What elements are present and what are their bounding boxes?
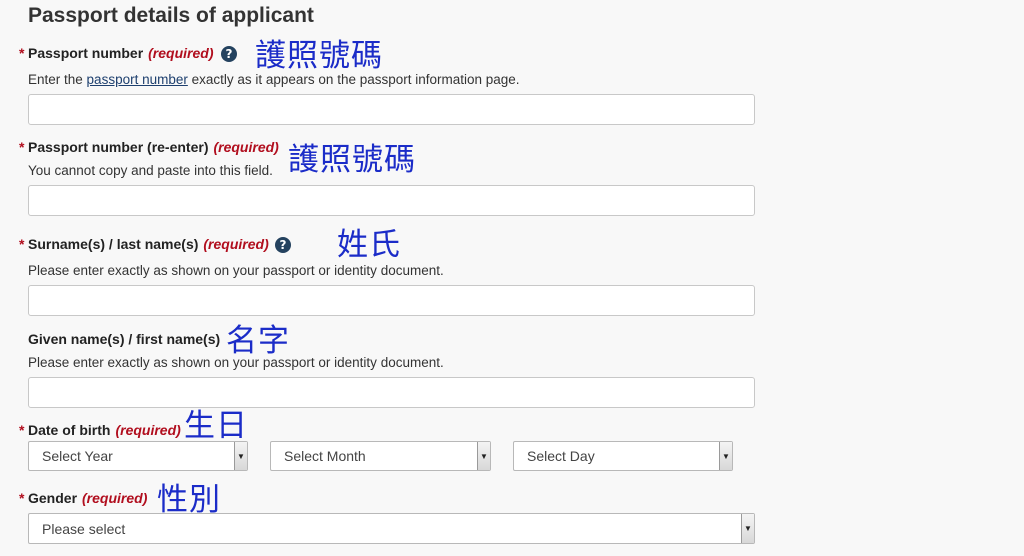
surname-hint: Please enter exactly as shown on your pa… (28, 263, 444, 278)
question-circle-icon[interactable]: ? (221, 46, 237, 62)
hint-text: exactly as it appears on the passport in… (187, 72, 520, 87)
passport-number-label-text: Passport number (28, 45, 144, 61)
day-select-value: Select Day (527, 448, 595, 464)
hint-text: Enter the (28, 72, 87, 87)
annotation-passport-reenter: 護照號碼 (288, 142, 416, 178)
passport-number-hint: Enter the passport number exactly as it … (28, 72, 520, 87)
passport-reenter-input[interactable] (28, 185, 755, 216)
given-name-label: Given name(s) / first name(s) (28, 331, 220, 347)
passport-reenter-label-text: Passport number (re-enter) (28, 139, 209, 155)
required-asterisk: * (19, 422, 25, 438)
annotation-passport-number: 護照號碼 (255, 38, 383, 74)
year-select-value: Select Year (42, 448, 113, 464)
year-select[interactable]: Select Year ▼ (28, 441, 248, 471)
triangle-down-icon[interactable]: ▼ (234, 442, 247, 470)
gender-label: Gender (required) (28, 490, 147, 506)
gender-select-value: Please select (42, 520, 126, 537)
required-indicator: (required) (148, 45, 214, 61)
required-indicator: (required) (213, 139, 279, 155)
required-asterisk: * (19, 139, 25, 155)
required-indicator: (required) (82, 490, 148, 506)
required-asterisk: * (19, 490, 25, 506)
annotation-dob: 生日 (184, 408, 248, 444)
triangle-down-icon[interactable]: ▼ (719, 442, 732, 470)
passport-number-input[interactable] (28, 94, 755, 125)
required-asterisk: * (19, 45, 25, 61)
given-name-hint: Please enter exactly as shown on your pa… (28, 355, 444, 370)
month-select-value: Select Month (284, 448, 366, 464)
annotation-given-name: 名字 (226, 323, 290, 359)
given-name-input[interactable] (28, 377, 755, 408)
dob-label-text: Date of birth (28, 422, 111, 438)
annotation-surname: 姓氏 (337, 227, 401, 263)
required-asterisk: * (19, 236, 25, 252)
triangle-down-icon[interactable]: ▼ (741, 514, 754, 543)
surname-input[interactable] (28, 285, 755, 316)
question-circle-icon[interactable]: ? (275, 237, 291, 253)
passport-reenter-label: Passport number (re-enter) (required) (28, 139, 279, 155)
surname-label: Surname(s) / last name(s) (required) (28, 236, 269, 252)
given-name-label-text: Given name(s) / first name(s) (28, 331, 221, 347)
day-select[interactable]: Select Day ▼ (513, 441, 733, 471)
passport-number-link[interactable]: passport number (87, 72, 188, 87)
month-select[interactable]: Select Month ▼ (270, 441, 491, 471)
dob-label: Date of birth (required) (28, 422, 181, 438)
passport-reenter-hint: You cannot copy and paste into this fiel… (28, 163, 273, 178)
gender-label-text: Gender (28, 490, 78, 506)
triangle-down-icon[interactable]: ▼ (477, 442, 490, 470)
required-indicator: (required) (203, 236, 269, 252)
page-title: Passport details of applicant (28, 4, 314, 27)
passport-number-label: Passport number (required) (28, 45, 213, 61)
surname-label-text: Surname(s) / last name(s) (28, 236, 199, 252)
required-indicator: (required) (115, 422, 181, 438)
gender-select[interactable]: Please select ▼ (28, 513, 755, 544)
